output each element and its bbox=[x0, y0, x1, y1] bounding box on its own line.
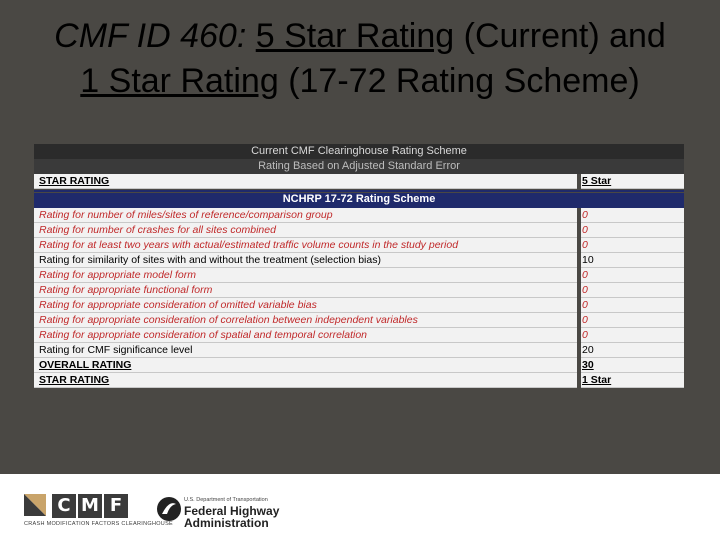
nchrp-row-label: STAR RATING bbox=[39, 374, 110, 386]
cmf-mark-icon bbox=[24, 494, 46, 516]
nchrp-row: Rating for number of miles/sites of refe… bbox=[34, 208, 684, 223]
cmf-letter: M bbox=[78, 494, 102, 518]
nchrp-row-value: 0 bbox=[582, 329, 588, 341]
cmf-letter: F bbox=[104, 494, 128, 518]
fhwa-shield-icon bbox=[157, 497, 181, 521]
nchrp-row: Rating for appropriate functional form 0 bbox=[34, 283, 684, 298]
nchrp-row: OVERALL RATING 30 bbox=[34, 358, 684, 373]
fhwa-line2: Administration bbox=[184, 516, 269, 530]
nchrp-row-value: 0 bbox=[582, 299, 588, 311]
column-separator bbox=[577, 343, 581, 358]
nchrp-row-label: Rating for number of crashes for all sit… bbox=[39, 224, 276, 236]
current-star-value: 5 Star bbox=[582, 175, 612, 187]
column-separator bbox=[577, 358, 581, 373]
title-new-link[interactable]: 1 Star Rating bbox=[80, 62, 278, 100]
cmf-logo: C M F bbox=[52, 494, 128, 518]
nchrp-row: Rating for appropriate consideration of … bbox=[34, 313, 684, 328]
nchrp-row: Rating for appropriate consideration of … bbox=[34, 328, 684, 343]
slide-title: CMF ID 460: 5 Star Rating (Current) and … bbox=[0, 14, 720, 104]
nchrp-row: Rating for at least two years with actua… bbox=[34, 238, 684, 253]
nchrp-row: Rating for similarity of sites with and … bbox=[34, 253, 684, 268]
current-star-label: STAR RATING bbox=[39, 175, 110, 187]
title-current-link[interactable]: 5 Star Rating bbox=[256, 17, 454, 55]
nchrp-row: Rating for CMF significance level 20 bbox=[34, 343, 684, 358]
nchrp-row-label: Rating for number of miles/sites of refe… bbox=[39, 209, 333, 221]
nchrp-header: NCHRP 17-72 Rating Scheme bbox=[34, 193, 684, 206]
nchrp-row-label: Rating for appropriate model form bbox=[39, 269, 196, 281]
nchrp-row: Rating for number of crashes for all sit… bbox=[34, 223, 684, 238]
nchrp-row-value: 30 bbox=[582, 359, 594, 371]
title-new-tail: (17-72 Rating Scheme) bbox=[278, 62, 640, 100]
column-separator bbox=[577, 253, 581, 268]
nchrp-row-label: Rating for appropriate consideration of … bbox=[39, 299, 317, 311]
current-star-row: STAR RATING 5 Star bbox=[34, 174, 684, 189]
nchrp-row-value: 20 bbox=[582, 344, 594, 356]
nchrp-row-value: 0 bbox=[582, 269, 588, 281]
title-current-tail: (Current) and bbox=[454, 17, 666, 55]
nchrp-row-label: Rating for appropriate functional form bbox=[39, 284, 213, 296]
column-separator bbox=[577, 283, 581, 298]
nchrp-row-value: 0 bbox=[582, 284, 588, 296]
nchrp-row-value: 1 Star bbox=[582, 374, 612, 386]
nchrp-row-label: Rating for appropriate consideration of … bbox=[39, 314, 418, 326]
dot-line: U.S. Department of Transportation bbox=[184, 497, 268, 503]
nchrp-row-label: Rating for CMF significance level bbox=[39, 344, 193, 356]
nchrp-row: Rating for appropriate model form 0 bbox=[34, 268, 684, 283]
fhwa-name: Federal Highway Administration bbox=[184, 505, 279, 529]
column-separator bbox=[577, 174, 581, 189]
current-scheme-subheader: Rating Based on Adjusted Standard Error bbox=[34, 159, 684, 174]
nchrp-row-value: 0 bbox=[582, 314, 588, 326]
nchrp-row-value: 0 bbox=[582, 239, 588, 251]
nchrp-row-value: 0 bbox=[582, 224, 588, 236]
nchrp-row-label: Rating for similarity of sites with and … bbox=[39, 254, 381, 266]
nchrp-row-label: OVERALL RATING bbox=[39, 359, 132, 371]
column-separator bbox=[577, 313, 581, 328]
column-separator bbox=[577, 328, 581, 343]
current-scheme-header: Current CMF Clearinghouse Rating Scheme bbox=[34, 144, 684, 159]
title-prefix: CMF ID 460: bbox=[54, 17, 247, 55]
nchrp-row: Rating for appropriate consideration of … bbox=[34, 298, 684, 313]
cmf-subtitle: CRASH MODIFICATION FACTORS CLEARINGHOUSE bbox=[24, 521, 174, 527]
nchrp-top-rule bbox=[34, 190, 684, 192]
nchrp-row-value: 10 bbox=[582, 254, 594, 266]
nchrp-row-label: Rating for appropriate consideration of … bbox=[39, 329, 368, 341]
column-separator bbox=[577, 208, 581, 223]
nchrp-row: STAR RATING 1 Star bbox=[34, 373, 684, 388]
nchrp-row-value: 0 bbox=[582, 209, 588, 221]
column-separator bbox=[577, 298, 581, 313]
footer-bar: C M F CRASH MODIFICATION FACTORS CLEARIN… bbox=[0, 474, 720, 540]
column-separator bbox=[577, 223, 581, 238]
nchrp-row-label: Rating for at least two years with actua… bbox=[39, 239, 459, 251]
column-separator bbox=[577, 238, 581, 253]
column-separator bbox=[577, 268, 581, 283]
column-separator bbox=[577, 373, 581, 388]
cmf-letter: C bbox=[52, 494, 76, 518]
